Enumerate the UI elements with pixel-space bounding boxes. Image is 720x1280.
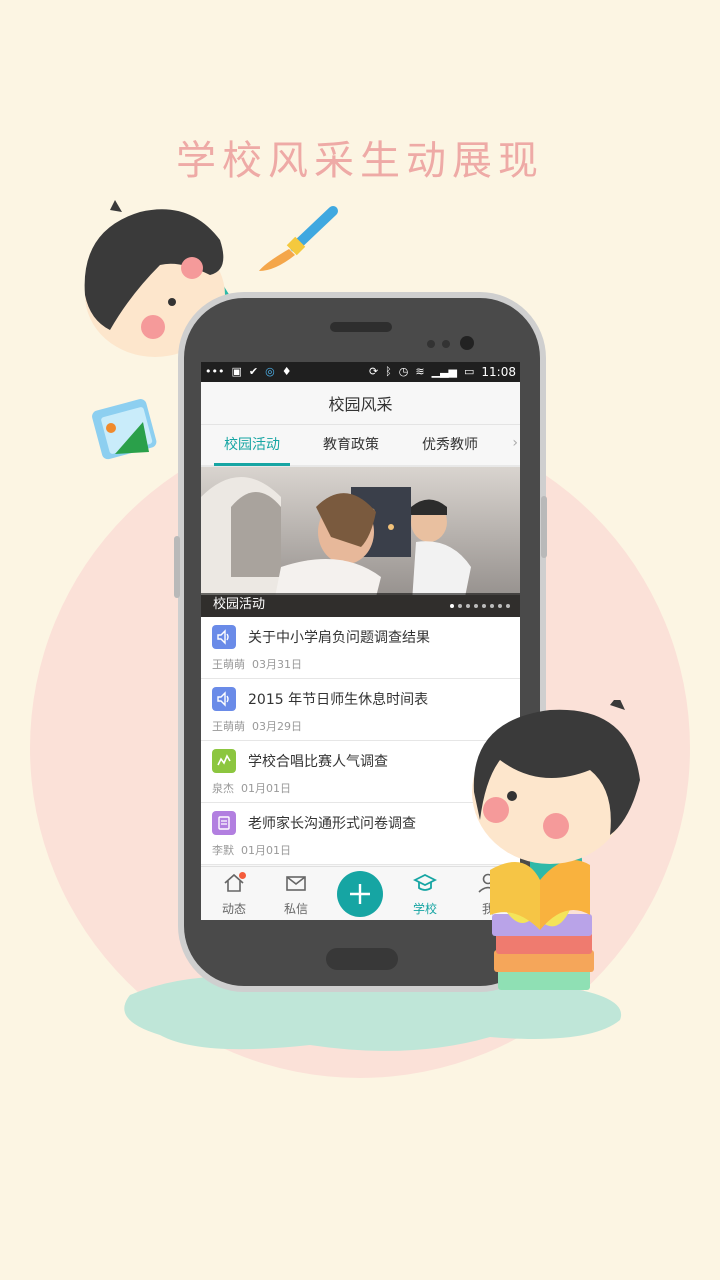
mic-notif-icon: ♦ xyxy=(281,365,292,378)
alarm-icon: ◷ xyxy=(398,365,409,378)
sync-icon: ⟳ xyxy=(368,365,379,378)
paintbrush-icon xyxy=(259,206,338,271)
add-button[interactable] xyxy=(337,871,383,917)
school-cap-icon xyxy=(412,873,438,891)
item-meta: 王萌萌 03月29日 xyxy=(212,720,302,733)
tab-excellent-teachers[interactable]: 优秀教师 xyxy=(412,426,488,464)
item-title: 学校合唱比赛人气调查 xyxy=(248,754,388,770)
carousel-dot[interactable] xyxy=(466,604,470,608)
phone-camera xyxy=(460,336,474,350)
item-meta: 李默 01月01日 xyxy=(212,844,291,857)
carousel-dot[interactable] xyxy=(482,604,486,608)
item-meta: 泉杰 01月01日 xyxy=(212,782,291,795)
carousel-dot[interactable] xyxy=(498,604,502,608)
document-icon xyxy=(212,811,236,835)
carousel-indicator xyxy=(450,604,510,608)
lock-notif-icon: ◎ xyxy=(265,365,275,378)
phone-sensor xyxy=(442,340,450,348)
nav-feed[interactable]: 动态 xyxy=(209,871,259,917)
bluetooth-icon: ᛒ xyxy=(385,365,392,378)
item-title: 关于中小学肩负问题调查结果 xyxy=(248,630,430,646)
image-notif-icon: ▣ xyxy=(231,365,242,378)
nav-messages[interactable]: 私信 xyxy=(271,871,321,917)
tab-campus-activity[interactable]: 校园活动 xyxy=(214,426,290,466)
speaker-icon xyxy=(212,625,236,649)
tab-education-policy[interactable]: 教育政策 xyxy=(313,426,389,464)
mail-icon xyxy=(286,876,306,891)
item-title: 2015 年节日师生休息时间表 xyxy=(248,692,429,708)
boy-reading-illustration xyxy=(472,700,640,990)
phone-speaker xyxy=(330,322,392,332)
picture-icon xyxy=(92,399,157,460)
phone-sensor xyxy=(427,340,435,348)
item-title: 老师家长沟通形式问卷调查 xyxy=(248,816,416,832)
phone-power-button xyxy=(541,496,547,558)
notification-dot xyxy=(239,872,246,879)
carousel-dot[interactable] xyxy=(506,604,510,608)
check-notif-icon: ✔ xyxy=(248,365,259,378)
carousel-dot[interactable] xyxy=(490,604,494,608)
page-title: 校园风采 xyxy=(201,382,520,425)
status-bar: ••• ▣ ✔ ◎ ♦ ⟳ ᛒ ◷ ≋ ▁▃▅ ▭ 11:08 xyxy=(201,362,520,382)
list-item[interactable]: 关于中小学肩负问题调查结果 王萌萌 03月31日 xyxy=(201,617,520,679)
status-time: 11:08 xyxy=(481,365,516,379)
battery-icon: ▭ xyxy=(464,365,475,378)
chart-icon xyxy=(212,749,236,773)
signal-icon: ▁▃▅ xyxy=(431,365,457,378)
item-meta: 王萌萌 03月31日 xyxy=(212,658,302,671)
headline: 学校风采生动展现 xyxy=(176,138,544,184)
phone-home-button xyxy=(326,948,398,970)
carousel-dot[interactable] xyxy=(458,604,462,608)
phone-volume-button xyxy=(174,536,180,598)
carousel-dot[interactable] xyxy=(450,604,454,608)
tab-bar: 校园活动 教育政策 优秀教师 › xyxy=(201,425,520,467)
wifi-icon: ≋ xyxy=(415,365,425,378)
nav-school[interactable]: 学校 xyxy=(400,871,450,917)
carousel-dot[interactable] xyxy=(474,604,478,608)
banner-carousel[interactable]: 校园活动 xyxy=(201,467,520,617)
plus-icon xyxy=(350,884,370,904)
more-dots-icon: ••• xyxy=(205,365,225,378)
chevron-right-icon[interactable]: › xyxy=(512,435,518,451)
speaker-icon xyxy=(212,687,236,711)
